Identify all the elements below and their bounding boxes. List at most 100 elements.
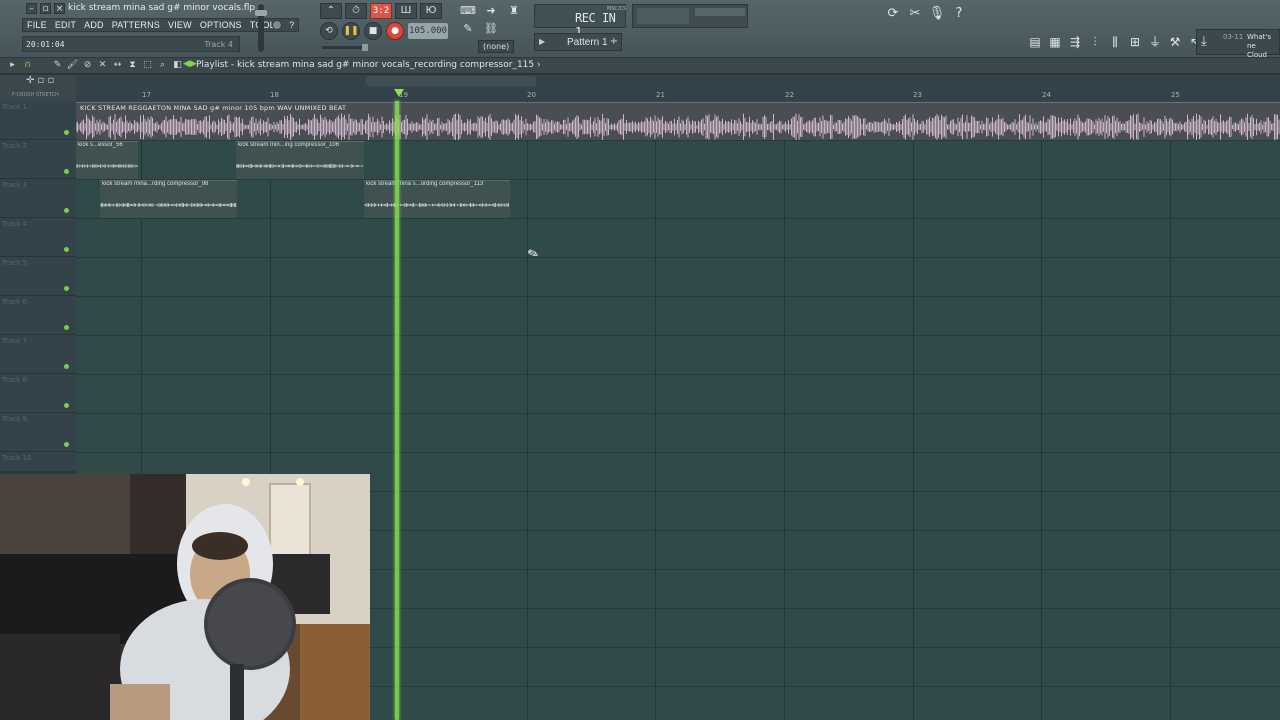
playhead[interactable] [395,101,399,720]
clip-label: kick stream min...ing compressor_106 [238,142,340,148]
options-arrow-icon[interactable]: ▸ [6,59,19,72]
pattern-song-toggle[interactable]: 3:2 [370,3,392,19]
slip-icon[interactable]: ↔ [111,59,124,72]
zoom-icon[interactable]: ⌕ [156,59,169,72]
select-icon[interactable]: ⬚ [141,59,154,72]
playlist-window-icon[interactable]: ▤ [1026,33,1044,51]
bar-number: 18 [270,91,279,99]
track-mute-led[interactable] [64,325,69,330]
delete-icon[interactable]: ⊘ [81,59,94,72]
wait-input-icon[interactable]: ⏱ [345,3,367,19]
pattern-selector[interactable]: ▶ Pattern 1 + [534,33,622,51]
master-pitch-knob[interactable] [272,20,282,30]
add-pattern-icon[interactable]: + [610,36,618,47]
track-header[interactable]: Track 1 [0,101,76,140]
record-button[interactable]: ● [386,22,404,40]
track-header[interactable]: Track 4 [0,218,76,257]
waveform [236,164,364,168]
channel-rack-icon[interactable]: ⇶ [1066,33,1084,51]
track-name: Track 9 [2,415,27,423]
link-icon[interactable]: ⛓ [481,21,501,37]
bar-number: 23 [913,91,922,99]
plugin-icon[interactable]: ⏚ [1146,33,1164,51]
menu-patterns[interactable]: PATTERNS [108,19,164,31]
magnet-icon[interactable]: ∩ [21,59,34,72]
track-header[interactable]: Track 8 [0,374,76,413]
track-header[interactable]: Track 2 [0,140,76,179]
menu-view[interactable]: VIEW [164,19,196,31]
track-header[interactable]: Track 5 [0,257,76,296]
countdown-icon[interactable]: Ш [395,3,417,19]
fl-studio-window: – ▫ × kick stream mina sad g# minor voca… [0,0,1280,720]
track-mute-led[interactable] [64,286,69,291]
minimize-icon[interactable]: – [26,3,37,14]
mixer-icon[interactable]: ⫶ [1086,33,1104,51]
refresh-icon[interactable]: ⟳ [884,5,902,23]
close-icon[interactable]: × [54,3,65,14]
pencil-icon[interactable]: ✎ [51,59,64,72]
track-header[interactable]: Track 9 [0,413,76,452]
tempo-slider-handle[interactable] [362,44,368,51]
microphone-icon[interactable]: 🎙 [928,5,946,23]
track-header[interactable]: Track 3 [0,179,76,218]
tempo-display[interactable]: 105.000 [408,23,448,39]
track-mute-led[interactable] [64,403,69,408]
mute-icon[interactable]: ✕ [96,59,109,72]
slice-icon[interactable]: ⧗ [126,59,139,72]
typing-keyboard-icon[interactable]: ⌨ [458,3,478,19]
help-icon[interactable]: ? [950,5,968,23]
menu-help[interactable]: ? [285,19,298,31]
master-volume-handle[interactable] [255,10,267,16]
paint-icon[interactable]: 🖌 [66,59,79,72]
ruler-corner: F-CRUSH STRETCH [0,90,76,101]
rec-in-display[interactable]: MSC/CS REC IN 1 [534,4,626,39]
audio-clip[interactable]: kick stream mina...rding compressor_98 [100,180,237,218]
menu-add[interactable]: ADD [80,19,108,31]
cut-icon[interactable]: ✂ [906,5,924,23]
pattern-arrow-icon[interactable]: ▶ [539,37,545,46]
loop-icon[interactable]: ⟲ [320,22,338,40]
track-header[interactable]: Track 6 [0,296,76,335]
download-icon[interactable]: ⤓ [1201,34,1207,49]
midi-input-select[interactable]: (none) [478,40,515,53]
track-mute-led[interactable] [64,247,69,252]
channel-icon[interactable]: ⫼ [1106,33,1124,51]
track-mute-led[interactable] [64,130,69,135]
restore-icon[interactable]: ▫ [40,3,51,14]
zoom-move-icon[interactable]: ✛ ▫ ▫ [26,75,54,86]
track-mute-led[interactable] [64,169,69,174]
pencil-link-icon[interactable]: ✎ [458,21,478,37]
ruler-caption: F-CRUSH STRETCH [12,92,59,98]
audio-clip[interactable]: kick stream min...ing compressor_106 [236,141,364,179]
piano-roll-icon[interactable]: ▦ [1046,33,1064,51]
horizontal-scrollbar[interactable] [366,76,536,86]
menu-file[interactable]: FILE [23,19,51,31]
clip-label: kick s...essor_56 [78,142,123,148]
loop-record-icon[interactable]: Ю [420,3,442,19]
audio-clip-beat[interactable]: KICK STREAM REGGAETON MINA SAD g# minor … [76,102,1280,140]
multilink-icon[interactable]: ♜ [504,3,524,19]
transport-controls: ⟲ ❚❚ ■ ● 105.000 [320,22,448,40]
track-mute-led[interactable] [64,208,69,213]
news-panel[interactable]: ⤓ 03-11 What's neCloud Pro? [1196,29,1280,68]
track-mute-led[interactable] [64,364,69,369]
browser-icon[interactable]: ⊞ [1126,33,1144,51]
hint-bar: 20:01:04 Track 4 [22,36,240,52]
track-name: Track 4 [2,220,27,228]
track-lane-line [76,296,1280,297]
menu-edit[interactable]: EDIT [51,19,80,31]
time-ruler[interactable]: F-CRUSH STRETCH 17 18 19 20 21 22 23 24 … [0,90,1280,101]
stop-button[interactable]: ■ [364,22,382,40]
song-position-marker[interactable] [394,89,404,97]
audio-clip[interactable]: kick s...essor_56 [76,141,138,179]
playlist-play-icon[interactable]: ◀▶ [183,59,197,69]
menu-options[interactable]: OPTIONS [196,19,246,31]
step-edit-icon[interactable]: ➜ [481,3,501,19]
track-mute-led[interactable] [64,442,69,447]
bar-line [1041,101,1043,720]
track-header[interactable]: Track 7 [0,335,76,374]
audio-clip[interactable]: kick stream mina s...ording compressor_1… [364,180,510,218]
metronome-icon[interactable]: ⌃ [320,3,342,19]
pause-button[interactable]: ❚❚ [342,22,360,40]
tools-icon[interactable]: ⚒ [1166,33,1184,51]
